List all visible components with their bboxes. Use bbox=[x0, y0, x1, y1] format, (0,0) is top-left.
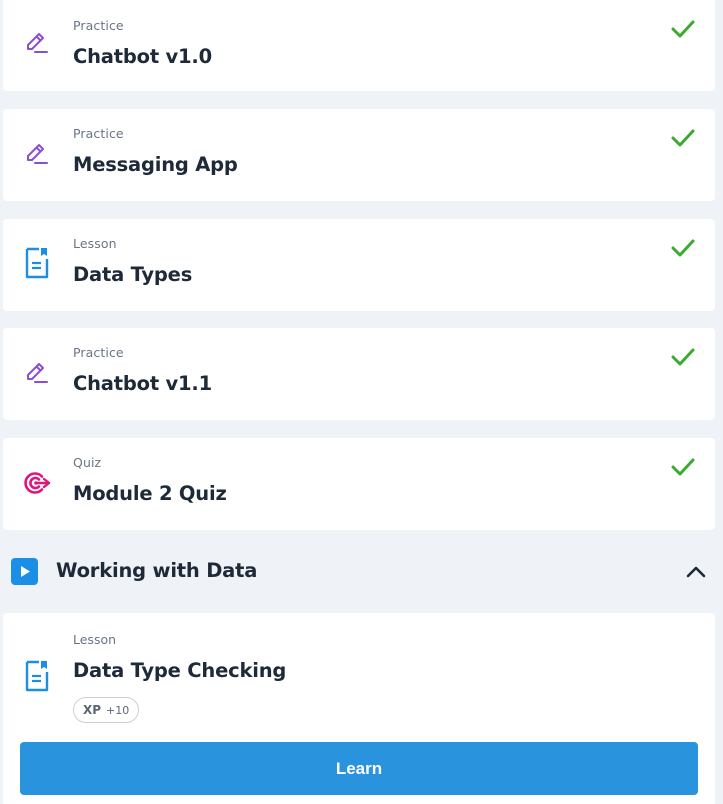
item-title: Module 2 Quiz bbox=[73, 482, 227, 505]
xp-value: +10 bbox=[106, 703, 130, 717]
learn-button[interactable]: Learn bbox=[20, 742, 698, 795]
document-lesson-icon bbox=[22, 660, 52, 692]
item-title: Chatbot v1.1 bbox=[73, 372, 212, 395]
item-type-label: Practice bbox=[73, 345, 124, 360]
item-type-label: Practice bbox=[73, 18, 124, 33]
target-quiz-icon bbox=[22, 468, 52, 498]
course-outline: Practice Chatbot v1.0 Practice Messaging… bbox=[0, 0, 723, 804]
outline-item-chatbot-v1-0[interactable]: Practice Chatbot v1.0 bbox=[3, 0, 715, 91]
item-title: Data Type Checking bbox=[73, 659, 287, 682]
outline-item-chatbot-v1-1[interactable]: Practice Chatbot v1.1 bbox=[3, 328, 715, 420]
item-title: Messaging App bbox=[73, 153, 238, 176]
item-type-label: Practice bbox=[73, 126, 124, 141]
check-icon bbox=[671, 127, 695, 149]
outline-item-data-type-checking: Lesson Data Type Checking XP +10 Learn bbox=[3, 613, 715, 804]
check-icon bbox=[671, 346, 695, 368]
pencil-practice-icon bbox=[22, 28, 52, 58]
section-title: Working with Data bbox=[56, 559, 258, 582]
pencil-practice-icon bbox=[22, 358, 52, 388]
play-icon bbox=[11, 558, 38, 585]
outline-item-data-types[interactable]: Lesson Data Types bbox=[3, 219, 715, 311]
xp-label: XP bbox=[83, 703, 102, 717]
pencil-practice-icon bbox=[22, 139, 52, 169]
check-icon bbox=[671, 456, 695, 478]
section-header-working-with-data[interactable]: Working with Data bbox=[0, 540, 723, 602]
chevron-up-icon[interactable] bbox=[684, 561, 708, 583]
item-title: Chatbot v1.0 bbox=[73, 45, 212, 68]
xp-badge: XP +10 bbox=[73, 697, 140, 723]
outline-item-module-2-quiz[interactable]: Quiz Module 2 Quiz bbox=[3, 438, 715, 530]
item-title: Data Types bbox=[73, 263, 193, 286]
check-icon bbox=[671, 237, 695, 259]
outline-item-messaging-app[interactable]: Practice Messaging App bbox=[3, 109, 715, 201]
item-type-label: Quiz bbox=[73, 455, 102, 470]
item-type-label: Lesson bbox=[73, 632, 117, 647]
document-lesson-icon bbox=[22, 247, 52, 279]
item-type-label: Lesson bbox=[73, 236, 117, 251]
check-icon bbox=[671, 18, 695, 40]
